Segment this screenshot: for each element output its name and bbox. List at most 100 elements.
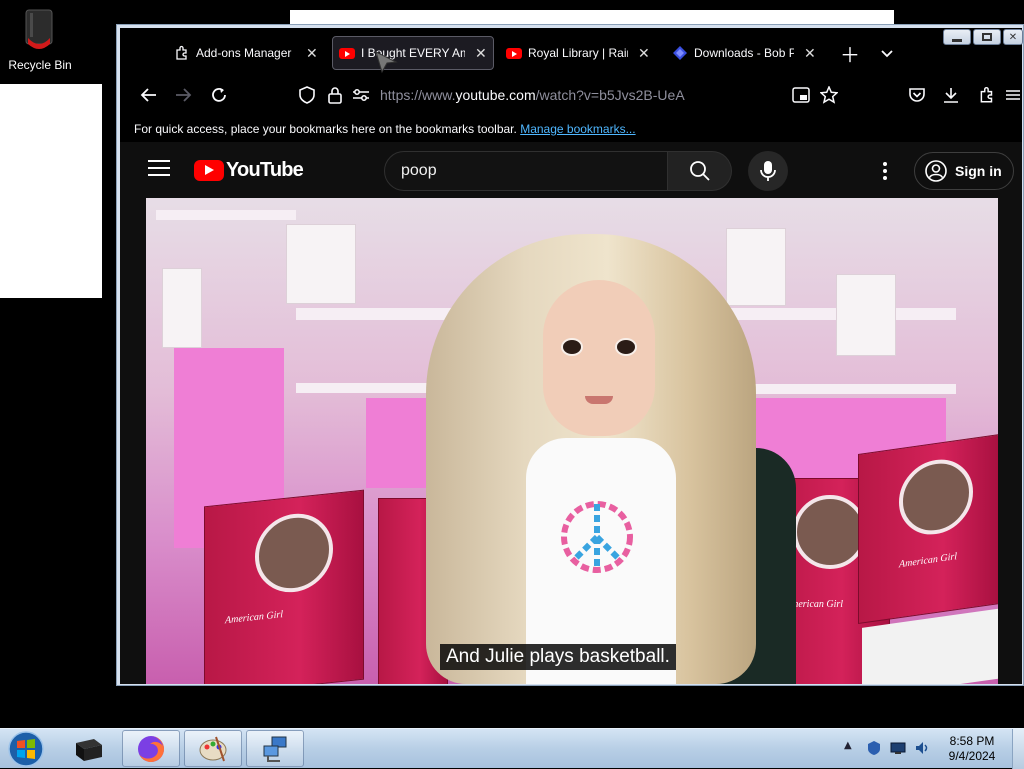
new-tab-button[interactable]: ＋: [840, 36, 860, 70]
permissions-button[interactable]: [348, 82, 374, 108]
youtube-masthead: YouTube poop Sign in: [120, 142, 1022, 198]
tab-downloads[interactable]: Downloads - Bob Po ✕: [672, 36, 832, 70]
picture-in-picture-icon: [792, 87, 810, 103]
shelf-left: [156, 210, 296, 220]
background-window-strip: [290, 10, 894, 24]
tab-youtube-active[interactable]: I Bought EVERY Am ✕: [332, 36, 494, 70]
navigation-toolbar: https://www. youtube.com/watch?v=b5Jvs2B-…: [120, 72, 1022, 118]
close-tab-icon[interactable]: ✕: [306, 45, 318, 62]
reader-view-button[interactable]: [788, 82, 814, 108]
lock-icon: [328, 87, 342, 104]
chevron-down-icon: [881, 50, 893, 58]
box-brand-label: American Girl: [225, 609, 284, 627]
doll-box: American Girl: [204, 489, 364, 684]
firefox-icon: [138, 735, 164, 762]
recycle-bin-icon: [25, 9, 53, 49]
tab-label: Add-ons Manager: [196, 46, 292, 60]
tab-royal-library[interactable]: Royal Library | Rain ✕: [506, 36, 666, 70]
restore-button[interactable]: [973, 29, 1001, 45]
clock-date: 9/4/2024: [948, 749, 996, 763]
bookmark-star-button[interactable]: [816, 82, 842, 108]
pocket-button[interactable]: [904, 82, 930, 108]
voice-search-button[interactable]: [748, 151, 788, 191]
close-window-button[interactable]: ✕: [1003, 29, 1023, 45]
account-icon: [925, 160, 947, 182]
search-icon: [689, 161, 710, 181]
page-content: YouTube poop Sign in American Girl Ameri…: [120, 142, 1022, 684]
puzzle-icon: [980, 87, 993, 103]
downloads-icon: [672, 45, 688, 61]
search-input[interactable]: poop: [384, 151, 668, 191]
tab-addons-manager[interactable]: Add-ons Manager ✕: [174, 36, 334, 70]
guide-menu-button[interactable]: [148, 160, 170, 180]
doll-box: American Girl: [858, 434, 998, 624]
download-icon: [944, 88, 958, 103]
start-button[interactable]: [6, 730, 46, 768]
doll-face: [543, 280, 655, 436]
network-icon[interactable]: [890, 740, 906, 756]
clock-time: 8:58 PM: [949, 734, 995, 748]
manage-bookmarks-link[interactable]: Manage bookmarks...: [520, 122, 635, 136]
background-window: [0, 84, 102, 298]
shelf-right: [706, 308, 956, 320]
recycle-bin-label: Recycle Bin: [8, 58, 72, 72]
system-tray: ▲ 8:58 PM 9/4/2024: [840, 729, 1024, 769]
url-path: /watch?v=b5Jvs2B-UeA: [535, 87, 685, 103]
action-center-icon[interactable]: [866, 740, 882, 756]
taskbar-app-paint[interactable]: [184, 730, 242, 767]
close-tab-icon[interactable]: ✕: [638, 45, 650, 62]
youtube-favicon-icon: [506, 45, 522, 61]
terminal-app-icon: [76, 738, 102, 761]
computer-network-icon: [263, 736, 287, 762]
app-menu-button[interactable]: [1004, 82, 1022, 108]
taskbar-app-terminal[interactable]: [60, 730, 118, 767]
address-bar[interactable]: https://www. youtube.com/watch?v=b5Jvs2B-…: [380, 78, 940, 112]
book-stack: [162, 268, 202, 348]
box-brand-label: American Girl: [899, 551, 958, 571]
close-tab-icon[interactable]: ✕: [475, 45, 487, 62]
back-arrow-icon: [140, 88, 156, 102]
firefox-window: Add-ons Manager ✕ I Bought EVERY Am ✕ Ro…: [116, 24, 1024, 686]
bookmarks-hint-text: For quick access, place your bookmarks h…: [134, 122, 517, 136]
site-security-button[interactable]: [322, 82, 348, 108]
list-all-tabs-button[interactable]: [880, 36, 894, 70]
mouse-cursor-icon: [375, 51, 398, 74]
book-stack: [286, 224, 356, 304]
puzzle-icon: [174, 45, 190, 61]
taskbar-app-firefox[interactable]: [122, 730, 180, 767]
youtube-favicon-icon: [339, 45, 355, 61]
window-controls: ✕: [943, 29, 1023, 47]
close-tab-icon[interactable]: ✕: [804, 45, 816, 62]
search-button[interactable]: [668, 151, 732, 191]
tab-label: Royal Library | Rain: [528, 46, 628, 60]
youtube-logo[interactable]: YouTube: [194, 159, 304, 182]
minimize-button[interactable]: [943, 29, 971, 45]
show-hidden-icons-button[interactable]: ▲: [844, 740, 860, 756]
forward-button[interactable]: [170, 82, 196, 108]
forward-arrow-icon: [176, 88, 192, 102]
reload-button[interactable]: [206, 82, 232, 108]
back-button[interactable]: [136, 82, 162, 108]
bookmarks-toolbar: For quick access, place your bookmarks h…: [120, 118, 1022, 142]
youtube-logo-icon: [194, 160, 224, 181]
shield-icon: [299, 86, 315, 104]
peace-sign-graphic: [561, 501, 633, 573]
book-stack: [726, 228, 786, 306]
downloads-button[interactable]: [938, 82, 964, 108]
sign-in-button[interactable]: Sign in: [914, 152, 1014, 190]
taskbar-app-network[interactable]: [246, 730, 304, 767]
video-player[interactable]: American Girl American Girl American Gir…: [146, 198, 998, 684]
star-icon: [820, 86, 838, 104]
tracking-protection-button[interactable]: [294, 82, 320, 108]
video-caption: And Julie plays basketball.: [440, 644, 676, 670]
volume-icon[interactable]: [914, 740, 930, 756]
settings-more-button[interactable]: [872, 158, 898, 184]
paint-palette-icon: [199, 736, 227, 761]
shelf-right-low: [746, 384, 956, 394]
extensions-button[interactable]: [974, 82, 1000, 108]
recycle-bin-shortcut[interactable]: Recycle Bin: [0, 0, 88, 84]
hamburger-menu-icon: [1006, 90, 1020, 100]
system-clock[interactable]: 8:58 PM 9/4/2024: [942, 734, 1002, 764]
url-prefix: https://www.: [380, 87, 456, 103]
show-desktop-button[interactable]: [1012, 729, 1024, 769]
